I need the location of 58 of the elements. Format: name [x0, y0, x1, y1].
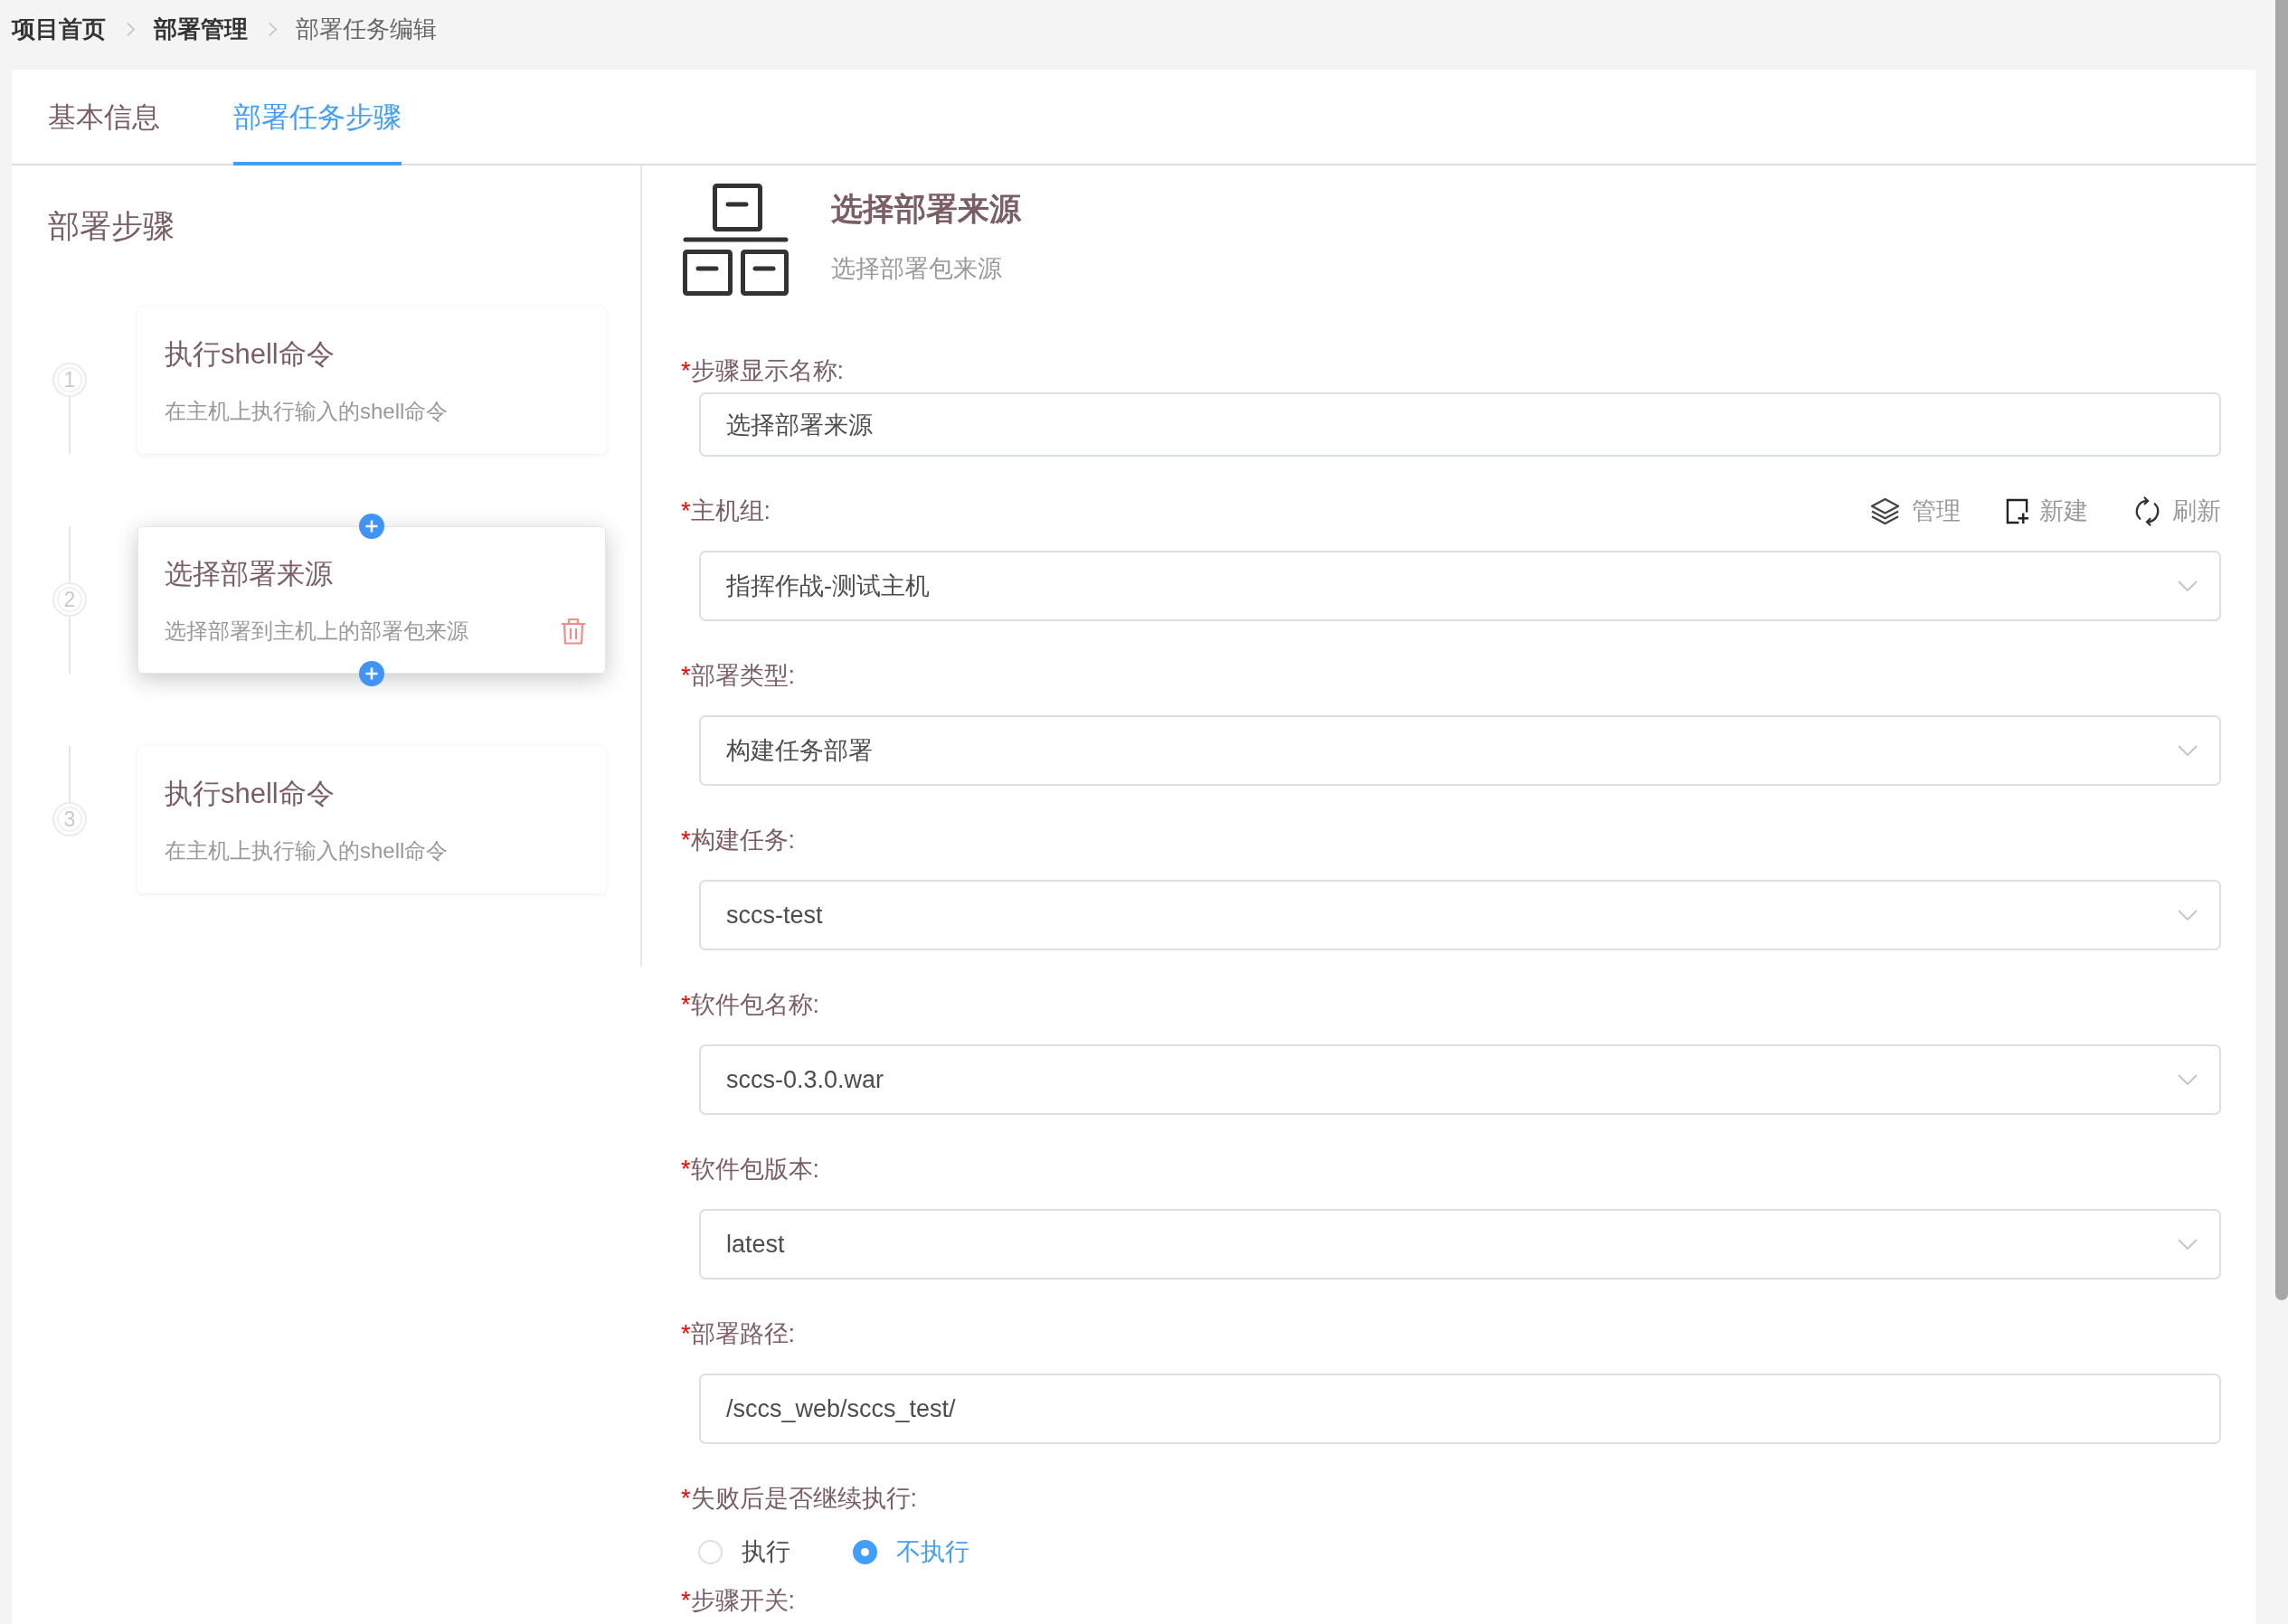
required-asterisk: *: [681, 826, 691, 855]
new-file-icon: [2006, 497, 2028, 524]
chevron-down-icon: [2178, 1239, 2198, 1250]
field-label: 主机组:: [690, 496, 771, 526]
required-asterisk: *: [681, 356, 691, 386]
field-label: 步骤开关:: [690, 1586, 796, 1616]
trash-icon[interactable]: [561, 618, 586, 645]
field-label: 构建任务:: [690, 826, 796, 855]
step-title: 执行shell命令: [165, 338, 335, 371]
step-description: 在主机上执行输入的shell命令: [165, 837, 449, 864]
org-chart-icon: [683, 184, 789, 297]
plus-circle-icon[interactable]: [359, 514, 384, 539]
required-asterisk: *: [681, 1484, 691, 1514]
step-card[interactable]: 执行shell命令 在主机上执行输入的shell命令: [137, 307, 606, 454]
tab[interactable]: 基本信息: [48, 70, 160, 165]
field-label: 软件包名称:: [690, 990, 820, 1020]
step-description: 在主机上执行输入的shell命令: [165, 398, 449, 425]
required-asterisk: *: [681, 1319, 691, 1349]
required-asterisk: *: [681, 990, 691, 1020]
chevron-down-icon: [2178, 910, 2198, 921]
field-label: 部署路径:: [690, 1319, 796, 1349]
refresh-icon: [2133, 494, 2161, 528]
field-label: 失败后是否继续执行:: [690, 1484, 918, 1514]
chevron-right-icon: [126, 21, 136, 37]
required-asterisk: *: [681, 661, 691, 691]
step-title: 选择部署来源: [165, 558, 333, 590]
text-input[interactable]: /sccs_web/sccs_test/: [699, 1374, 2221, 1444]
chevron-right-icon: [268, 21, 278, 37]
chevron-down-icon: [2178, 745, 2198, 756]
chevron-down-icon: [2178, 581, 2198, 591]
chevron-down-icon: [2178, 1074, 2198, 1085]
select-field[interactable]: sccs-test: [699, 880, 2221, 950]
select-field[interactable]: 指挥作战-测试主机: [699, 551, 2221, 621]
detail-subtitle: 选择部署包来源: [831, 254, 1002, 284]
panel-heading: 部署步骤: [48, 208, 175, 244]
scrollbar-thumb[interactable]: [2275, 0, 2288, 1300]
plus-circle-icon[interactable]: [359, 661, 384, 686]
detail-title: 选择部署来源: [831, 191, 1021, 227]
select-field[interactable]: 构建任务部署: [699, 715, 2221, 786]
breadcrumb-current: 部署任务编辑: [296, 14, 437, 44]
required-asterisk: *: [681, 1586, 691, 1616]
step-title: 执行shell命令: [165, 778, 335, 810]
text-input[interactable]: 选择部署来源: [699, 392, 2221, 457]
breadcrumb-link[interactable]: 项目首页: [12, 13, 106, 45]
breadcrumb-link[interactable]: 部署管理: [154, 13, 248, 45]
select-field[interactable]: sccs-0.3.0.war: [699, 1044, 2221, 1115]
step-card[interactable]: 执行shell命令 在主机上执行输入的shell命令: [137, 746, 606, 893]
field-label: 步骤显示名称:: [690, 356, 845, 386]
required-asterisk: *: [681, 1155, 691, 1185]
radio-icon[interactable]: [853, 1539, 877, 1564]
step-description: 选择部署到主机上的部署包来源: [165, 618, 468, 645]
field-label: 部署类型:: [690, 661, 796, 691]
layers-icon: [1869, 496, 1901, 526]
select-field[interactable]: latest: [699, 1209, 2221, 1279]
radio-option[interactable]: 执行: [698, 1535, 790, 1568]
step-card[interactable]: 选择部署来源 选择部署到主机上的部署包来源: [137, 526, 606, 674]
field-label: 软件包版本:: [690, 1155, 820, 1185]
required-asterisk: *: [681, 496, 691, 526]
